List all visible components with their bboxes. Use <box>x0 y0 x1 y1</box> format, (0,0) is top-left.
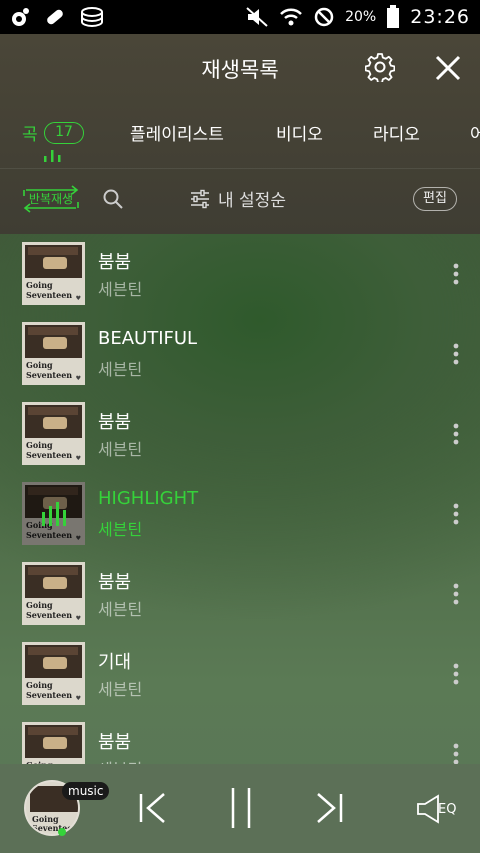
album-cover-text: GoingSeventeen <box>26 280 73 300</box>
clock: 23:26 <box>410 6 470 28</box>
song-title: 기대 <box>98 652 132 673</box>
mute-icon <box>246 7 268 27</box>
song-title: 붐붐 <box>98 412 132 433</box>
album-art: GoingSeventeen♥ <box>22 722 85 764</box>
progress-indicator <box>58 828 66 836</box>
tab-more[interactable]: 어 <box>470 120 480 145</box>
now-playing-bars-icon <box>42 502 66 526</box>
playlist-header: 재생목록 곡 17 플레이리스트 비디오 라디오 어 반복재생 내 설정순 편집 <box>0 34 480 234</box>
album-art: GoingSeventeen♥ <box>22 482 85 545</box>
repeat-button[interactable]: 반복재생 <box>22 182 80 216</box>
album-art: GoingSeventeen♥ <box>22 562 85 625</box>
song-row[interactable]: Going Seventeen ♥ BEAUTIFUL 세븐틴 <box>0 314 480 394</box>
tab-videos[interactable]: 비디오 <box>276 120 323 145</box>
more-options-icon[interactable] <box>452 582 460 606</box>
album-art: GoingSeventeen♥ <box>22 642 85 705</box>
music-badge: music <box>62 782 110 800</box>
edit-button[interactable]: 편집 <box>413 187 457 211</box>
song-title: 붐붐 <box>98 252 132 273</box>
tab-radio[interactable]: 라디오 <box>373 120 420 145</box>
sliders-icon <box>191 189 209 208</box>
song-row[interactable]: GoingSeventeen♥ 붐붐세븐틴 <box>0 554 480 634</box>
more-options-icon[interactable] <box>452 502 460 526</box>
status-bar: 20% 23:26 <box>0 0 480 34</box>
sort-label: 내 설정순 <box>218 191 286 211</box>
wifi-icon <box>280 8 303 26</box>
album-art: GoingSeventeen♥ <box>22 322 85 385</box>
song-title: 붐붐 <box>98 572 132 593</box>
previous-track-icon[interactable] <box>138 790 168 826</box>
eq-label: EQ <box>438 801 457 817</box>
repeat-label: 반복재생 <box>28 192 74 206</box>
more-options-icon[interactable] <box>452 662 460 686</box>
more-options-icon[interactable] <box>452 422 460 446</box>
tabs-divider <box>0 168 480 169</box>
album-cover-text: GoingSeventeen <box>26 600 73 620</box>
tab-bar: 곡 17 플레이리스트 비디오 라디오 어 <box>0 114 480 166</box>
list-toolbar: 반복재생 내 설정순 편집 <box>0 182 480 222</box>
do-not-disturb-icon <box>314 7 334 27</box>
song-count-badge: 17 <box>44 122 84 144</box>
song-title: 붐붐 <box>98 732 132 753</box>
pause-icon[interactable] <box>228 786 254 830</box>
tab-playlists[interactable]: 플레이리스트 <box>130 120 224 145</box>
album-art: GoingSeventeen♥ <box>22 242 85 305</box>
song-title: HIGHLIGHT <box>98 488 199 509</box>
album-cover-text: GoingSeventeen <box>26 680 73 700</box>
gear-icon[interactable] <box>365 52 395 82</box>
album-cover-text: GoingSeventeen <box>26 360 73 380</box>
song-artist: 세븐틴 <box>98 440 143 459</box>
song-row[interactable]: GoingSeventeen♥ 붐붐세븐틴 <box>0 234 480 314</box>
tab-active-indicator-icon <box>44 150 61 162</box>
more-options-icon[interactable] <box>452 262 460 286</box>
song-artist: 세븐틴 <box>98 360 143 379</box>
pill-icon <box>47 9 63 25</box>
song-row[interactable]: GoingSeventeen♥ 붐붐세븐틴 <box>0 714 480 764</box>
song-row[interactable]: Going Seventeen ♥ HIGHLIGHT 세븐틴 <box>0 474 480 554</box>
sort-button[interactable]: 내 설정순 <box>190 186 286 211</box>
battery-percent: 20% <box>345 9 377 25</box>
tab-songs[interactable]: 곡 <box>22 120 38 145</box>
more-options-icon[interactable] <box>452 342 460 366</box>
album-art: GoingSeventeen♥ <box>22 402 85 465</box>
more-options-icon[interactable] <box>452 742 460 764</box>
cloud-stack-icon <box>81 7 103 28</box>
page-title: 재생목록 <box>201 58 279 82</box>
album-cover-text: GoingSeventeen <box>26 440 73 460</box>
battery-icon <box>387 5 400 28</box>
close-icon[interactable] <box>434 54 462 82</box>
equalizer-button[interactable]: EQ <box>416 794 456 824</box>
song-artist: 세븐틴 <box>98 756 142 764</box>
song-artist: 세븐틴 <box>98 600 143 619</box>
song-artist: 세븐틴 <box>98 280 143 299</box>
song-artist: 세븐틴 <box>98 520 143 539</box>
song-row[interactable]: GoingSeventeen♥ 붐붐세븐틴 <box>0 394 480 474</box>
mini-player: Going Seventeen music EQ <box>0 764 480 853</box>
song-artist: 세븐틴 <box>98 680 143 699</box>
search-icon[interactable] <box>102 188 124 210</box>
app-logo-icon <box>12 8 29 26</box>
song-title: BEAUTIFUL <box>98 328 198 349</box>
next-track-icon[interactable] <box>314 790 344 826</box>
song-list: Going Seventeen ♥ 붐붐 세븐틴 Going Seventeen ♥ BEAUT… <box>0 234 480 764</box>
song-row[interactable]: Going Seventeen ♥ 기대세븐틴 <box>0 634 480 714</box>
